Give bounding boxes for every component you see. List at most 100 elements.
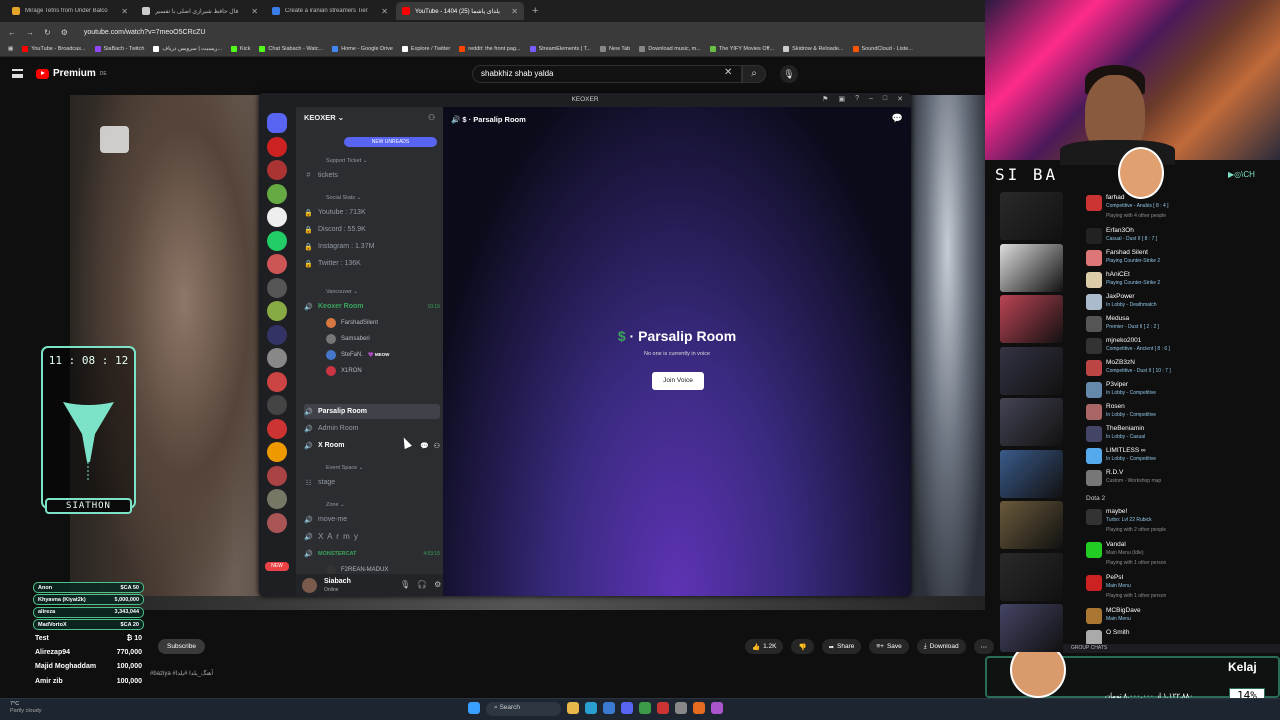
new-unreads-badge[interactable]: NEW UNREADS — [344, 137, 437, 147]
browser-tab[interactable]: Create a iranian streamers Tier ✕ — [266, 2, 394, 20]
discord-icon[interactable] — [621, 702, 633, 714]
dislike-button[interactable]: 👎 — [791, 639, 814, 654]
bookmark[interactable]: Kick — [231, 46, 250, 52]
friend-row[interactable]: farhad Competitive - Anubis [ 8 : 4 ] — [1070, 192, 1275, 214]
browser-tab[interactable]: Mirage Tetris from Under Balco ✕ — [6, 2, 134, 20]
video-hashtags[interactable]: #baziya #آهنگ_یلدا #یلدا — [150, 670, 213, 677]
server-name[interactable]: KEOXER ⌄ — [304, 113, 344, 122]
close-icon[interactable]: ✕ — [897, 95, 903, 103]
clear-search-icon[interactable]: ✕ — [724, 67, 732, 78]
avatar[interactable] — [302, 578, 317, 593]
browser-tab[interactable]: فال حافظ شیرازی اصلی با تفسیر ✕ — [136, 2, 264, 20]
video-thumbnail[interactable] — [1000, 501, 1063, 549]
app-icon[interactable] — [711, 702, 723, 714]
close-tab-icon[interactable]: ✕ — [121, 7, 128, 16]
friend-row[interactable]: Farshad Silent Playing Counter-Strike 2 — [1070, 247, 1275, 269]
category-support[interactable]: Support Ticket ⌄ — [326, 158, 367, 164]
server-icon[interactable] — [267, 183, 287, 204]
mute-icon[interactable]: 🎙 — [400, 580, 410, 589]
server-icon[interactable] — [267, 489, 287, 509]
bookmark[interactable]: YouTube - Broadcas... — [22, 46, 86, 52]
channel-parsalip-room[interactable]: 🔊 Parsalip Room — [304, 404, 440, 419]
new-tab-button[interactable]: + — [526, 5, 544, 17]
channel-admin-room[interactable]: 🔊 Admin Room — [304, 421, 440, 436]
file-explorer-icon[interactable] — [567, 702, 579, 714]
browser-tab[interactable]: YouTube - 1404 یلدای پاشما (25) ✕ — [396, 2, 524, 20]
voice-user[interactable]: Samsaberi — [326, 332, 370, 346]
reload-icon[interactable]: ↻ — [44, 28, 51, 37]
server-icon[interactable] — [267, 230, 287, 251]
server-icon[interactable] — [267, 324, 287, 345]
server-icon[interactable] — [267, 512, 287, 533]
settings-icon[interactable] — [675, 702, 687, 714]
bookmark[interactable]: SiaBach - Twitch — [94, 46, 144, 52]
video-thumbnail[interactable] — [1000, 192, 1063, 240]
category-vancouver[interactable]: Vancouver ⌄ — [326, 289, 358, 295]
taskbar-search[interactable]: ⌕ Search — [486, 702, 561, 716]
inbox-icon[interactable]: ⚑ — [822, 95, 828, 103]
friend-row[interactable]: mjneko2001 Competitive - Ancient [ 8 : 6 … — [1070, 335, 1275, 357]
save-button[interactable]: ≡+ Save — [869, 639, 909, 654]
bookmark[interactable]: Home - Google Drive — [332, 46, 393, 52]
minimize-icon[interactable]: – — [869, 95, 873, 103]
friend-row[interactable]: hAniCEt Playing Counter-Strike 2 — [1070, 269, 1275, 291]
channel-monstercat[interactable]: 🔊 MONSTERCAT 4:53:15 — [304, 546, 440, 561]
youtube-logo[interactable]: Premium DE — [36, 68, 107, 79]
video-thumbnail[interactable] — [1000, 552, 1063, 601]
server-icon[interactable] — [267, 113, 287, 133]
close-tab-icon[interactable]: ✕ — [511, 7, 518, 16]
server-icon[interactable] — [267, 254, 287, 274]
bookmark[interactable]: Skidrow & Reloade... — [783, 46, 844, 52]
firefox-icon[interactable] — [693, 702, 705, 714]
channel-tickets[interactable]: # tickets — [304, 168, 440, 183]
channel-keoxer-room[interactable]: 🔊 Keoxer Room 10:15 — [304, 299, 440, 314]
like-button[interactable]: 👍 1.2K — [745, 639, 784, 654]
back-icon[interactable]: ← — [8, 28, 16, 37]
friend-row[interactable]: PePsI Main Menu — [1070, 572, 1275, 594]
join-voice-button[interactable]: Join Voice — [652, 372, 704, 390]
apps-icon[interactable]: ▦ — [8, 46, 13, 52]
friend-row[interactable]: LIMITLESS ∞ In Lobby - Competitive — [1070, 445, 1275, 467]
close-tab-icon[interactable]: ✕ — [251, 7, 258, 16]
weather-widget[interactable]: 7°C Partly cloudy — [10, 701, 42, 715]
video-thumbnail[interactable] — [1000, 295, 1063, 343]
voice-user[interactable]: X1RON — [326, 364, 362, 378]
channel-x-army[interactable]: 🔊 X A r m y — [304, 529, 440, 544]
maximize-icon[interactable]: □ — [883, 95, 887, 103]
invite-icon[interactable]: ⚇ — [434, 442, 440, 450]
category-social[interactable]: Social Stats ⌄ — [326, 195, 361, 201]
edge-icon[interactable] — [585, 702, 597, 714]
video-thumbnail[interactable] — [1000, 604, 1063, 652]
windows-icon[interactable] — [468, 702, 480, 714]
add-member-icon[interactable]: ⚇ — [428, 113, 435, 122]
friend-row[interactable]: JaxPower In Lobby - Deathmatch — [1070, 291, 1275, 313]
friend-row[interactable]: maybe! Turbo: Lvl 22 Rubick — [1070, 506, 1275, 528]
friend-row[interactable]: Vandal Main Menu (Idle) — [1070, 539, 1275, 561]
group-chats-header[interactable]: GROUP CHATS — [1063, 644, 1280, 653]
server-icon[interactable] — [267, 442, 287, 462]
server-icon[interactable] — [267, 207, 287, 227]
deafen-icon[interactable]: 🎧 — [417, 580, 427, 589]
bookmark[interactable]: SoundCloud - Liste... — [852, 46, 913, 52]
share-button[interactable]: ➦ Share — [821, 639, 862, 654]
microphone-icon[interactable]: 🎙 — [780, 65, 798, 83]
chat-icon[interactable]: 💬 — [892, 113, 903, 124]
more-actions-button[interactable]: ⋯ — [973, 639, 995, 654]
video-thumbnail[interactable] — [1000, 243, 1063, 292]
search-input[interactable]: shabkhiz shab yalda — [472, 65, 742, 83]
menu-icon[interactable] — [12, 69, 23, 78]
friend-row[interactable]: TheBeniamin In Lobby - Casual — [1070, 423, 1275, 445]
video-progress-area[interactable] — [70, 596, 985, 610]
category-zone[interactable]: Zone ⌄ — [326, 502, 345, 508]
settings-icon[interactable]: ⚙ — [434, 580, 441, 589]
site-info-icon[interactable]: ⚙ — [61, 28, 68, 37]
bookmark[interactable]: The YIFY Movies Off... — [709, 46, 774, 52]
forward-icon[interactable]: → — [26, 28, 34, 37]
store-icon[interactable] — [603, 702, 615, 714]
friend-row[interactable]: MoZB3zN Competitive - Dust II [ 10 : 7 ] — [1070, 357, 1275, 379]
channel-x-room[interactable]: 🔊 X Room 💬 ⚇ — [304, 438, 440, 453]
bookmark[interactable]: Download music, m... — [639, 46, 701, 52]
friend-row[interactable]: MCBigDave Main Menu — [1070, 605, 1275, 627]
server-icon[interactable] — [267, 418, 287, 439]
screen-icon[interactable]: ▣ — [838, 95, 845, 103]
